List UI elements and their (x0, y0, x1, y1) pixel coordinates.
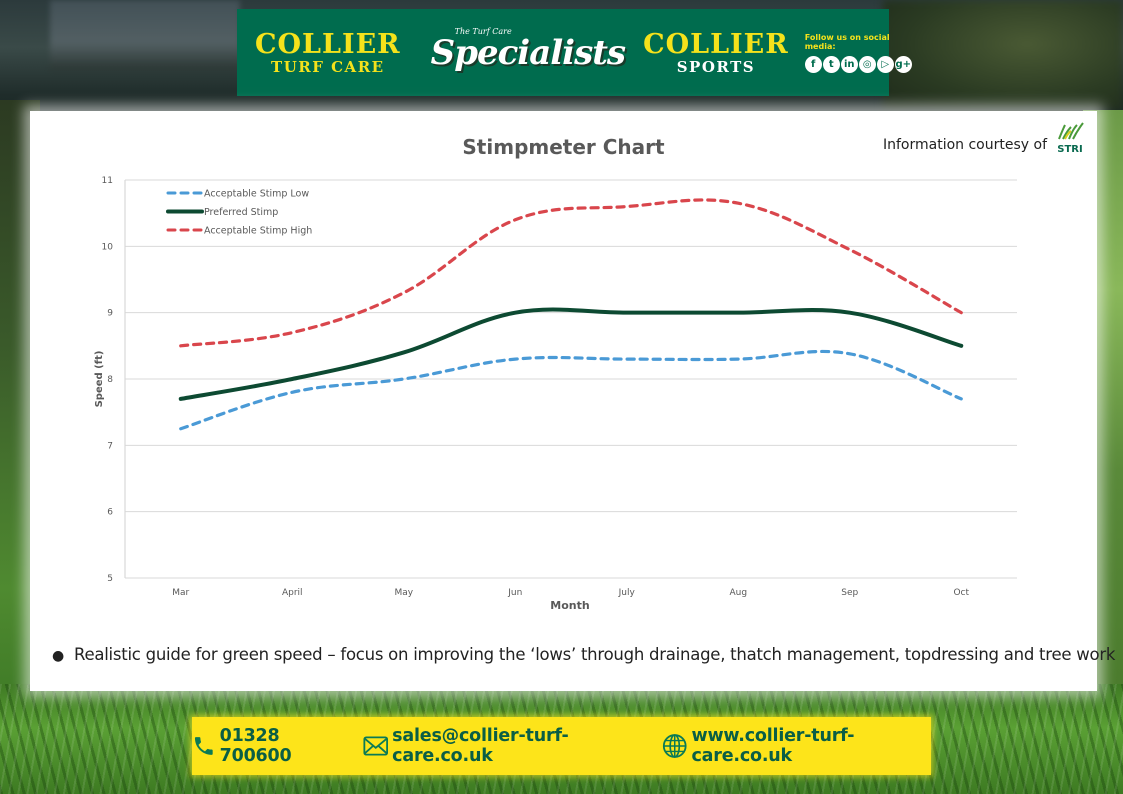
email-address[interactable]: sales@collier-turf-care.co.uk (392, 726, 644, 766)
x-tick-label: Oct (953, 588, 969, 598)
x-axis-label: Month (550, 599, 589, 612)
social-label: Follow us on social media: (804, 32, 890, 51)
header-banner: COLLIER TURF CARE The Turf Care Speciali… (237, 9, 912, 96)
social-media: Follow us on social media: f t in ◎ ▷ g+ (804, 32, 912, 73)
legend-label: Acceptable Stimp Low (204, 189, 309, 200)
x-tick-label: Sep (841, 588, 858, 598)
youtube-icon[interactable]: ▷ (876, 55, 894, 73)
email-icon (363, 736, 388, 756)
series-line-acceptable-stimp-high (179, 198, 963, 348)
bullet-text: Realistic guide for green speed – focus … (73, 645, 1116, 664)
brand-subtitle: TURF CARE (271, 57, 385, 76)
brand-name: COLLIER (643, 28, 789, 60)
website-url[interactable]: www.collier-turf-care.co.uk (692, 726, 932, 766)
stimpmeter-chart: 5 6 7 8 9 10 11 Mar April May Jun July Aug Sep Oct Sp… (94, 176, 1017, 612)
phone-icon (194, 737, 213, 755)
legend-label: Acceptable Stimp High (204, 226, 312, 237)
x-tick-label: April (282, 588, 303, 598)
legend-label: Preferred Stimp (204, 207, 278, 218)
globe-icon (662, 734, 687, 758)
specialists-tagline-small: The Turf Care (454, 26, 512, 36)
website-contact[interactable]: www.collier-turf-care.co.uk (662, 726, 931, 766)
y-tick-label: 7 (107, 441, 113, 451)
x-tick-label: Mar (172, 588, 189, 598)
series-line-preferred-stimp (178, 307, 964, 401)
specialists-logo: The Turf Care Specialists (430, 27, 626, 73)
brand-subtitle: SPORTS (676, 57, 756, 76)
y-tick-label: 5 (107, 574, 113, 584)
series-line-acceptable-stimp-low (179, 349, 963, 431)
x-tick-label: Aug (729, 588, 747, 598)
phone-contact[interactable]: 01328 700600 (192, 726, 345, 766)
linkedin-icon[interactable]: in (840, 55, 858, 73)
twitter-icon[interactable]: t (822, 55, 840, 73)
phone-number: 01328 700600 (219, 726, 292, 766)
y-tick-label: 9 (107, 309, 113, 319)
brand-name: COLLIER (255, 28, 401, 60)
background-trees (883, 0, 1123, 110)
email-contact[interactable]: sales@collier-turf-care.co.uk (363, 726, 644, 766)
background-building (50, 0, 240, 70)
y-tick-label: 8 (107, 375, 113, 385)
y-tick-label: 11 (102, 176, 113, 186)
instagram-icon[interactable]: ◎ (858, 55, 876, 73)
x-tick-label: July (618, 588, 636, 598)
brand-collier-turf-care: COLLIER TURF CARE (255, 31, 401, 75)
brand-collier-sports: COLLIER SPORTS (643, 31, 789, 75)
x-tick-label: May (394, 588, 413, 598)
bullet-dot: ● (52, 648, 64, 664)
contact-footer: 01328 700600 sales@collier-turf-care.co.… (192, 717, 931, 775)
google-plus-icon[interactable]: g+ (894, 55, 912, 73)
chart-panel: Stimpmeter Chart Information courtesy of… (30, 111, 1115, 691)
y-axis-label: Speed (ft) (94, 351, 105, 408)
x-tick-label: Jun (507, 588, 522, 598)
specialists-tagline: Specialists (430, 32, 626, 73)
y-tick-label: 10 (102, 242, 114, 252)
bullet-note: ● Realistic guide for green speed – focus… (52, 645, 1115, 664)
facebook-icon[interactable]: f (804, 55, 822, 73)
y-tick-label: 6 (107, 508, 113, 518)
